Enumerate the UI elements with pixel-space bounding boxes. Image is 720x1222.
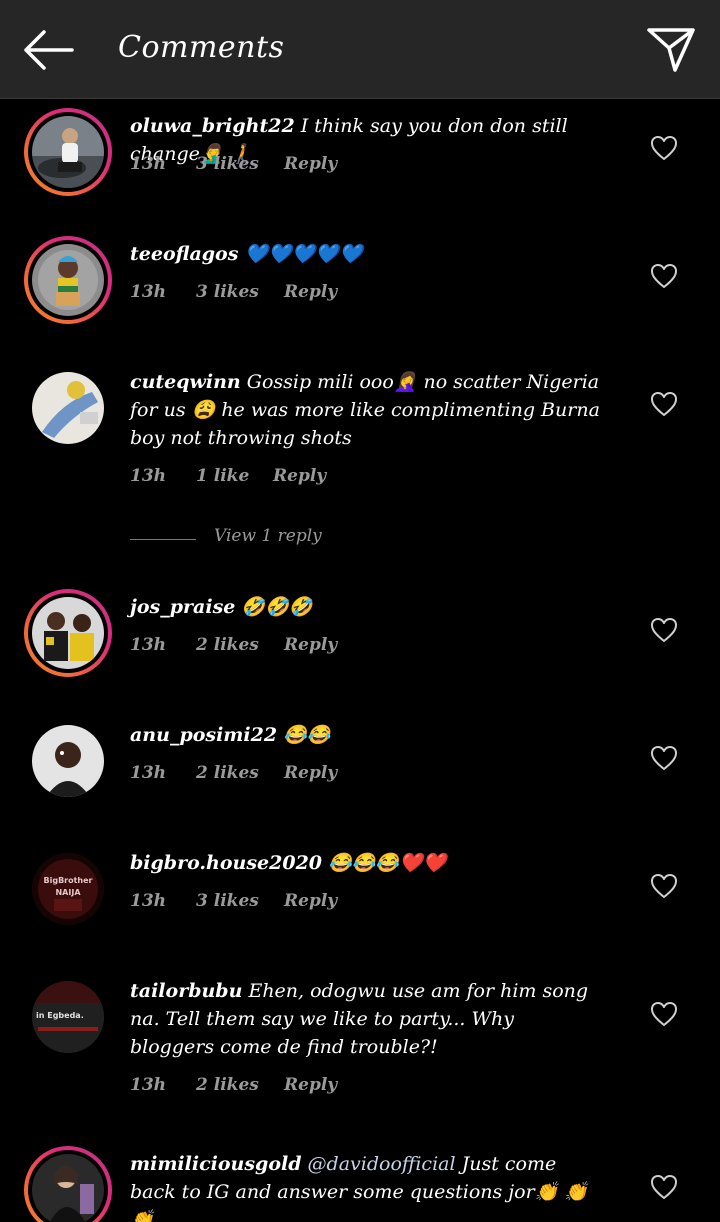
comment-time: 13h [130,282,167,302]
avatar[interactable]: in Egbeda. [32,981,104,1053]
comment-likes[interactable]: 3 likes [196,282,259,302]
heart-outline-icon[interactable] [650,873,678,899]
comment-username[interactable]: cuteqwinn [130,371,241,393]
paper-plane-icon[interactable] [646,26,696,74]
heart-outline-icon[interactable] [650,745,678,771]
reply-button[interactable]: Reply [284,635,337,655]
comment-likes[interactable]: 1 like [196,466,249,486]
comment-time: 13h [130,154,167,174]
comment-likes[interactable]: 2 likes [196,635,259,655]
view-replies-label[interactable]: View 1 reply [214,526,322,546]
comment-time: 13h [130,1075,167,1095]
comment-text: teeoflagos 💙💙💙💙💙 [130,240,600,268]
page-title: Comments [118,30,285,65]
comment-username[interactable]: jos_praise [130,596,235,618]
comment-text: mimiliciousgold @davidoofficial Just com… [130,1150,600,1222]
reply-button[interactable]: Reply [284,763,337,783]
avatar[interactable] [32,244,104,316]
comment-likes[interactable]: 3 likes [196,891,259,911]
avatar[interactable] [32,1154,104,1222]
avatar-container[interactable] [24,717,112,805]
comment-username[interactable]: tailorbubu [130,980,242,1002]
heart-outline-icon[interactable] [650,391,678,417]
heart-outline-icon[interactable] [650,263,678,289]
comment-likes[interactable]: 3 likes [196,154,259,174]
reply-button[interactable]: Reply [284,282,337,302]
reply-button[interactable]: Reply [284,154,337,174]
avatar-container[interactable]: in Egbeda. [24,973,112,1061]
arrow-left-icon[interactable] [22,28,74,72]
comments-list[interactable]: oluwa_bright22 I think say you don don s… [0,100,720,1222]
comment-username[interactable]: teeoflagos [130,243,238,265]
story-ring[interactable] [24,1146,112,1222]
avatar-logo-text: in Egbeda. [36,1011,84,1020]
avatar-container[interactable] [24,364,112,452]
story-ring[interactable] [24,589,112,677]
comment-username[interactable]: anu_posimi22 [130,724,277,746]
comment-body: 💙💙💙💙💙 [238,243,363,265]
heart-outline-icon[interactable] [650,135,678,161]
avatar[interactable] [32,597,104,669]
comment-text: cuteqwinn Gossip mili ooo🤦‍♀️ no scatter… [130,368,600,452]
comment-time: 13h [130,763,167,783]
story-ring[interactable] [24,108,112,196]
reply-button[interactable]: Reply [284,891,337,911]
view-replies-button[interactable]: View 1 reply [130,526,430,554]
divider [130,539,196,540]
comment-username[interactable]: mimiliciousgold [130,1153,302,1175]
comment-body: 😂😂😂❤️❤️ [322,852,447,874]
comment-username[interactable]: oluwa_bright22 [130,115,295,137]
comment-body: 😂😂 [277,724,331,746]
comment-time: 13h [130,891,167,911]
avatar[interactable] [32,372,104,444]
comment-mention[interactable]: @davidoofficial [302,1153,456,1175]
reply-button[interactable]: Reply [284,1075,337,1095]
heart-outline-icon[interactable] [650,1174,678,1200]
comment-text: anu_posimi22 😂😂 [130,721,600,749]
avatar-logo-text: BigBrother NAIJA [43,876,93,897]
avatar-container[interactable]: BigBrother NAIJA [24,845,112,933]
comment-text: tailorbubu Ehen, odogwu use am for him s… [130,977,600,1061]
comment-text: jos_praise 🤣🤣🤣 [130,593,600,621]
heart-outline-icon[interactable] [650,1001,678,1027]
comment-likes[interactable]: 2 likes [196,763,259,783]
comment-body: 🤣🤣🤣 [235,596,313,618]
top-bar: Comments [0,0,720,99]
avatar[interactable] [32,725,104,797]
comment-time: 13h [130,635,167,655]
comment-text: bigbro.house2020 😂😂😂❤️❤️ [130,849,600,877]
story-ring[interactable] [24,236,112,324]
avatar[interactable] [32,116,104,188]
reply-button[interactable]: Reply [273,466,326,486]
comment-likes[interactable]: 2 likes [196,1075,259,1095]
comment-username[interactable]: bigbro.house2020 [130,852,322,874]
heart-outline-icon[interactable] [650,617,678,643]
avatar[interactable]: BigBrother NAIJA [32,853,104,925]
comment-time: 13h [130,466,167,486]
